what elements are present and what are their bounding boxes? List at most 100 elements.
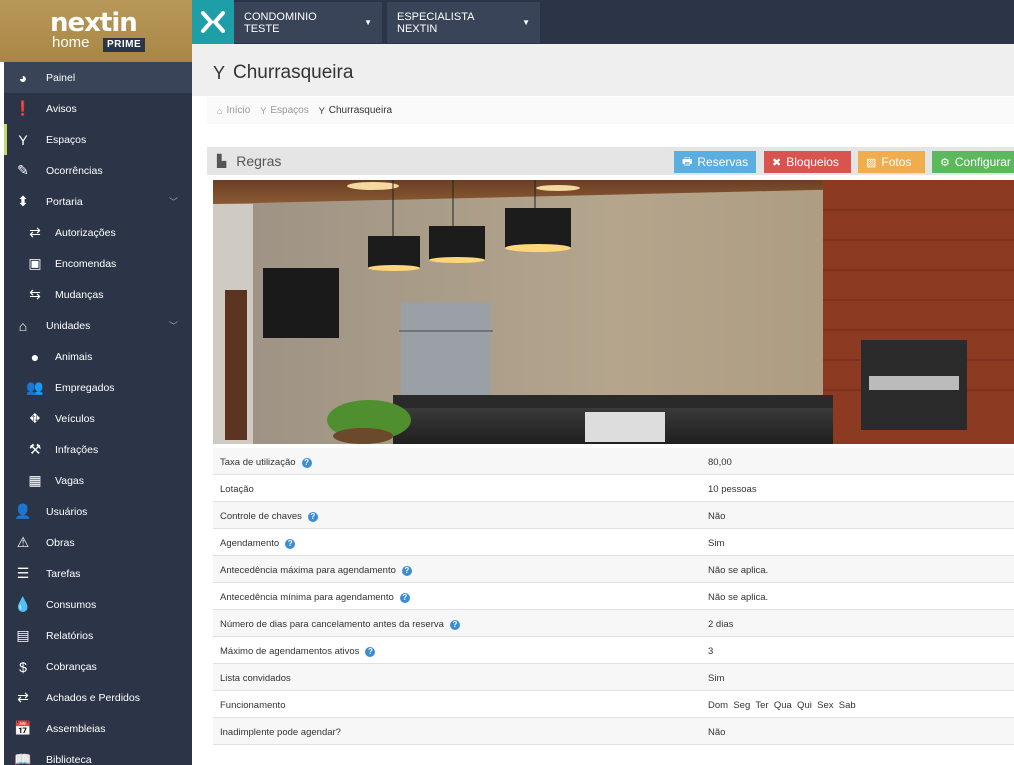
top-navbar: CONDOMINIO TESTE ▼ ESPECIALISTA NEXTIN ▼ xyxy=(192,0,1014,44)
home-icon: ⌂ xyxy=(18,317,28,334)
list-icon: ☰ xyxy=(16,565,30,581)
breadcrumb-home[interactable]: ⌂ Início xyxy=(217,105,250,116)
sidebar-item-vagas[interactable]: ▦ Vagas xyxy=(4,465,192,496)
menu-toggle-button[interactable] xyxy=(192,0,234,44)
sidebar-item-label: Consumos xyxy=(46,598,97,611)
fotos-button[interactable]: ▨ Fotos xyxy=(858,151,925,173)
button-label: Configurar xyxy=(954,155,1011,169)
sidebar-item-label: Infrações xyxy=(55,443,99,456)
table-row: Antecedência máxima para agendamento? Nã… xyxy=(213,556,1014,583)
sidebar-item-unidades[interactable]: ⌂ Unidades ﹀ xyxy=(4,310,192,341)
sidebar-item-empregados[interactable]: 👥 Empregados xyxy=(4,372,192,403)
sort-icon: ⬍ xyxy=(17,193,29,209)
sidebar-item-consumos[interactable]: 💧 Consumos xyxy=(4,589,192,620)
condo-dropdown[interactable]: CONDOMINIO TESTE ▼ xyxy=(234,2,382,43)
breadcrumb-espacos[interactable]: Y Espaços xyxy=(260,105,308,116)
sidebar-item-avisos[interactable]: ❗ Avisos xyxy=(4,93,192,124)
section-title-text: Regras xyxy=(236,153,282,169)
help-icon[interactable]: ? xyxy=(365,646,376,657)
rule-label: Máximo de agendamentos ativos? xyxy=(220,646,376,657)
file-icon: ▙ xyxy=(217,154,227,168)
calendar-icon: 📅 xyxy=(14,720,32,736)
rule-label: Lista convidados xyxy=(220,673,291,684)
dollar-icon: $ xyxy=(19,658,27,675)
sidebar-item-ocorrencias[interactable]: ✎ Ocorrências xyxy=(4,155,192,186)
exclamation-icon: ❗ xyxy=(14,100,32,116)
bloqueios-button[interactable]: ✖ Bloqueios xyxy=(764,151,851,173)
sidebar-item-label: Autorizações xyxy=(55,226,116,239)
sidebar-item-animais[interactable]: ● Animais xyxy=(4,341,192,372)
sidebar-item-infracoes[interactable]: ⚒ Infrações xyxy=(4,434,192,465)
chevron-down-icon: ﹀ xyxy=(168,197,178,207)
sidebar-item-tarefas[interactable]: ☰ Tarefas xyxy=(4,558,192,589)
sidebar-item-portaria[interactable]: ⬍ Portaria ﹀ xyxy=(4,186,192,217)
report-icon: ▤ xyxy=(16,627,30,643)
gavel-icon: ⚒ xyxy=(28,441,42,457)
rule-value: Não xyxy=(708,727,726,738)
sidebar-item-mudancas[interactable]: ⇆ Mudanças xyxy=(4,279,192,310)
book-icon: 📖 xyxy=(14,751,32,765)
rules-table: Taxa de utilização? 80,00 Lotação 10 pes… xyxy=(213,448,1014,745)
rule-value: Não se aplica. xyxy=(708,592,769,603)
rules-section-header: ▙ Regras 🖶 Reservas ✖ Bloqueios ▨ Fotos … xyxy=(207,147,1014,175)
sidebar-item-label: Empregados xyxy=(55,381,115,394)
table-row: Taxa de utilização? 80,00 xyxy=(213,448,1014,475)
sidebar-item-label: Usuários xyxy=(46,505,88,518)
sidebar-item-label: Painel xyxy=(46,71,76,84)
space-photo[interactable] xyxy=(213,180,1014,444)
table-row: Inadimplente pode agendar? Não xyxy=(213,718,1014,745)
reservas-button[interactable]: 🖶 Reservas xyxy=(674,151,756,173)
sidebar-item-label: Assembleias xyxy=(46,722,106,735)
table-row: Antecedência mínima para agendamento? Nã… xyxy=(213,583,1014,610)
rule-value: 80,00 xyxy=(708,457,732,468)
sidebar-item-label: Animais xyxy=(55,350,93,363)
sidebar-item-label: Espaços xyxy=(46,133,87,146)
user-dropdown[interactable]: ESPECIALISTA NEXTIN ▼ xyxy=(387,2,540,43)
table-row: Máximo de agendamentos ativos? 3 xyxy=(213,637,1014,664)
rule-value: Sim xyxy=(708,538,725,549)
button-label: Reservas xyxy=(697,155,749,169)
sidebar-item-biblioteca[interactable]: 📖 Biblioteca xyxy=(4,744,192,765)
rule-value: 2 dias xyxy=(708,619,734,630)
sidebar-item-achados-perdidos[interactable]: ⇄ Achados e Perdidos xyxy=(4,682,192,713)
sidebar-item-label: Achados e Perdidos xyxy=(46,691,140,704)
sidebar-item-label: Relatórios xyxy=(46,629,94,642)
gear-icon: ⚙ xyxy=(940,156,950,169)
sidebar-item-cobrancas[interactable]: $ Cobranças xyxy=(4,651,192,682)
chevron-down-icon: ﹀ xyxy=(168,321,178,331)
table-row: Agendamento? Sim xyxy=(213,529,1014,556)
help-icon[interactable]: ? xyxy=(301,457,312,468)
configurar-button[interactable]: ⚙ Configurar xyxy=(932,151,1014,173)
condo-label: CONDOMINIO TESTE xyxy=(244,10,317,35)
sidebar-item-assembleias[interactable]: 📅 Assembleias xyxy=(4,713,192,744)
sidebar-item-relatorios[interactable]: ▤ Relatórios xyxy=(4,620,192,651)
sidebar-item-usuarios[interactable]: 👤 Usuários xyxy=(4,496,192,527)
sidebar-item-label: Unidades xyxy=(46,319,91,332)
sidebar-item-encomendas[interactable]: ▣ Encomendas xyxy=(4,248,192,279)
table-row: Funcionamento Dom Seg Ter Qua Qui Sex Sa… xyxy=(213,691,1014,718)
print-icon: 🖶 xyxy=(682,155,693,168)
page-header: Y Churrasqueira xyxy=(192,44,1014,96)
help-icon[interactable]: ? xyxy=(307,511,318,522)
sidebar-item-veiculos[interactable]: ⛖ Veículos xyxy=(4,403,192,434)
help-icon[interactable]: ? xyxy=(401,565,412,576)
table-row: Lotação 10 pessoas xyxy=(213,475,1014,502)
table-row: Controle de chaves? Não xyxy=(213,502,1014,529)
sidebar-item-label: Mudanças xyxy=(55,288,104,301)
button-label: Bloqueios xyxy=(786,155,839,169)
sidebar-item-obras[interactable]: ⚠ Obras xyxy=(4,527,192,558)
rule-value: Não se aplica. xyxy=(708,565,769,576)
sidebar-item-espacos[interactable]: Y Espaços xyxy=(4,124,192,155)
help-icon[interactable]: ? xyxy=(399,592,410,603)
sidebar-item-autorizacoes[interactable]: ⇄ Autorizações xyxy=(4,217,192,248)
sidebar: nextin home PRIME ◕ Painel ❗ Avisos Y Es… xyxy=(0,0,192,765)
brand-logo[interactable]: nextin home PRIME xyxy=(0,0,192,62)
sidebar-item-label: Encomendas xyxy=(55,257,117,270)
section-title: ▙ Regras xyxy=(217,153,281,169)
help-icon[interactable]: ? xyxy=(285,538,296,549)
main-content: Y Churrasqueira ⌂ Início Y Espaços Y Chu… xyxy=(192,44,1014,765)
rule-value: 10 pessoas xyxy=(708,484,757,495)
logo-sub-text: home xyxy=(52,34,90,51)
help-icon[interactable]: ? xyxy=(449,619,460,630)
sidebar-item-painel[interactable]: ◕ Painel xyxy=(4,62,192,93)
